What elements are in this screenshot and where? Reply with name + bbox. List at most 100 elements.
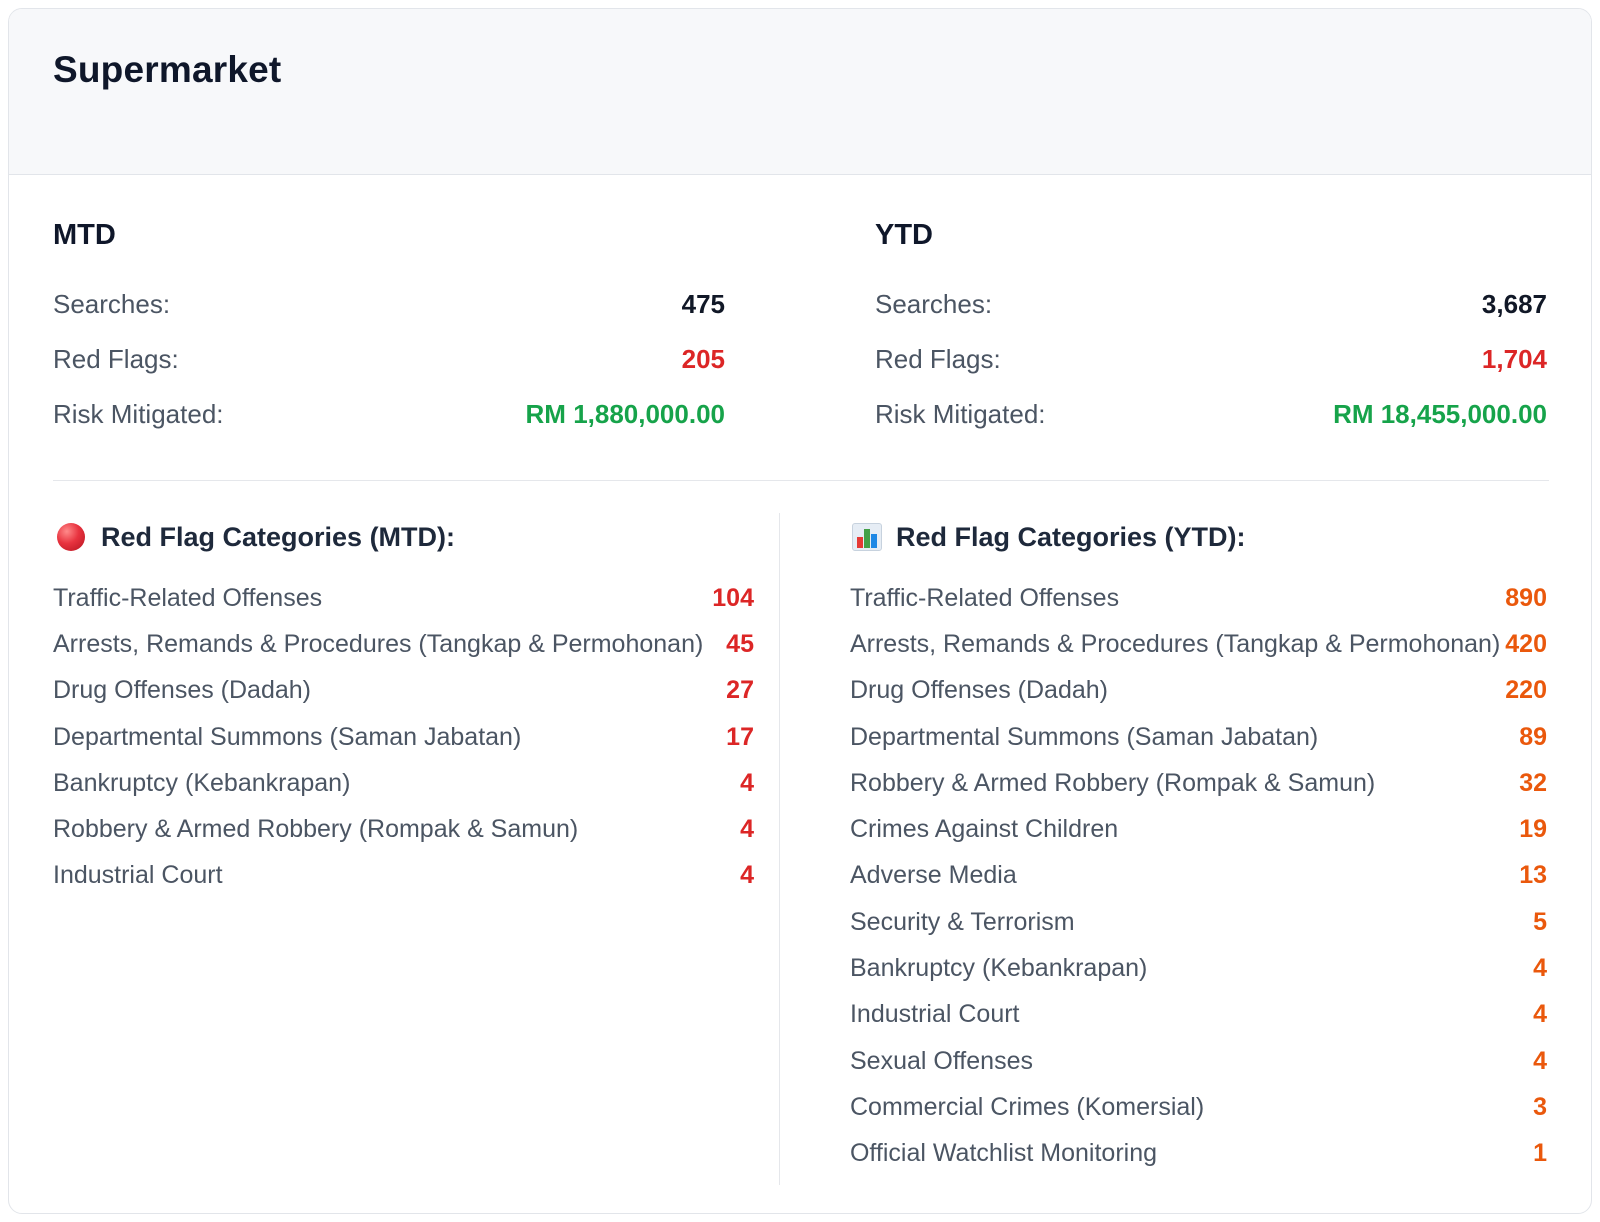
category-count: 32 — [1519, 768, 1547, 797]
mtd-red-flags-row: Red Flags: 205 — [53, 332, 725, 387]
category-row: Robbery & Armed Robbery (Rompak & Samun)… — [53, 806, 754, 852]
category-row: Sexual Offenses 4 — [850, 1038, 1547, 1084]
category-count: 4 — [1533, 1000, 1547, 1029]
category-count: 220 — [1505, 676, 1547, 705]
category-label: Robbery & Armed Robbery (Rompak & Samun) — [849, 768, 1376, 797]
mtd-searches-label: Searches: — [53, 289, 171, 319]
category-count: 4 — [1533, 1046, 1547, 1075]
category-row: Drug Offenses (Dadah) 220 — [850, 668, 1547, 714]
category-row: Traffic-Related Offenses 104 — [53, 575, 754, 621]
mtd-stats: MTD Searches: 475 Red Flags: 205 Risk Mi… — [53, 213, 725, 442]
category-row: Official Watchlist Monitoring 1 — [850, 1131, 1547, 1177]
category-row: Commercial Crimes (Komersial) 3 — [850, 1084, 1547, 1130]
ytd-heading: YTD — [875, 219, 933, 251]
stats-row: MTD Searches: 475 Red Flags: 205 Risk Mi… — [53, 213, 1547, 442]
category-label: Departmental Summons (Saman Jabatan) — [849, 722, 1319, 751]
ytd-categories: Red Flag Categories (YTD): Traffic-Relat… — [850, 513, 1547, 1177]
category-count: 17 — [726, 722, 754, 751]
category-row: Adverse Media 13 — [850, 853, 1547, 899]
category-label: Drug Offenses (Dadah) — [53, 676, 311, 705]
ytd-categories-header: Red Flag Categories (YTD): — [850, 513, 1547, 561]
category-row: Crimes Against Children 19 — [850, 806, 1547, 852]
category-label: Industrial Court — [849, 1000, 1020, 1029]
card-header: Supermarket — [9, 9, 1591, 175]
category-count: 3 — [1533, 1092, 1547, 1121]
category-count: 104 — [712, 583, 754, 612]
category-label: Robbery & Armed Robbery (Rompak & Samun) — [53, 815, 579, 844]
ytd-red-flags-row: Red Flags: 1,704 — [875, 332, 1547, 387]
category-count: 1 — [1533, 1139, 1547, 1168]
category-row: Arrests, Remands & Procedures (Tangkap &… — [850, 621, 1547, 667]
category-label: Bankruptcy (Kebankrapan) — [53, 768, 351, 797]
mtd-searches-value: 475 — [681, 289, 725, 319]
mtd-red-flags-value: 205 — [681, 344, 725, 374]
card-body: MTD Searches: 475 Red Flags: 205 Risk Mi… — [9, 175, 1591, 1185]
bar-chart-icon — [851, 523, 882, 551]
category-row: Bankruptcy (Kebankrapan) 4 — [850, 945, 1547, 991]
category-count: 890 — [1505, 583, 1547, 612]
mtd-searches-row: Searches: 475 — [53, 277, 725, 332]
summary-card: Supermarket MTD Searches: 475 Red Flags:… — [8, 8, 1592, 1214]
ytd-risk-label: Risk Mitigated: — [875, 399, 1046, 429]
category-label: Drug Offenses (Dadah) — [849, 676, 1108, 705]
category-label: Industrial Court — [53, 861, 223, 890]
category-row: Bankruptcy (Kebankrapan) 4 — [53, 760, 754, 806]
section-divider — [53, 480, 1549, 481]
mtd-risk-value: RM 1,880,000.00 — [525, 399, 725, 429]
category-count: 420 — [1505, 629, 1547, 658]
ytd-categories-list: Traffic-Related Offenses 890 Arrests, Rema… — [850, 575, 1547, 1177]
column-separator — [779, 513, 780, 1185]
ytd-categories-title: Red Flag Categories (YTD): — [895, 521, 1246, 552]
category-count: 89 — [1519, 722, 1547, 751]
red-circle-icon — [57, 523, 85, 551]
category-label: Traffic-Related Offenses — [849, 583, 1120, 612]
category-row: Traffic-Related Offenses 890 — [850, 575, 1547, 621]
category-count: 13 — [1519, 861, 1547, 890]
mtd-risk-row: Risk Mitigated: RM 1,880,000.00 — [53, 387, 725, 442]
category-label: Arrests, Remands & Procedures (Tangkap &… — [849, 629, 1501, 658]
category-label: Departmental Summons (Saman Jabatan) — [53, 722, 522, 751]
category-count: 4 — [740, 815, 754, 844]
category-label: Adverse Media — [849, 861, 1017, 890]
category-label: Sexual Offenses — [849, 1046, 1033, 1075]
card-title: Supermarket — [53, 49, 282, 90]
mtd-risk-label: Risk Mitigated: — [53, 399, 224, 429]
ytd-stats: YTD Searches: 3,687 Red Flags: 1,704 Ris… — [875, 213, 1547, 442]
mtd-red-flags-label: Red Flags: — [53, 344, 179, 374]
category-label: Traffic-Related Offenses — [53, 583, 323, 612]
ytd-red-flags-label: Red Flags: — [875, 344, 1001, 374]
category-row: Industrial Court 4 — [53, 853, 754, 899]
category-count: 4 — [740, 768, 754, 797]
ytd-searches-label: Searches: — [875, 289, 993, 319]
category-label: Crimes Against Children — [849, 815, 1119, 844]
ytd-risk-value: RM 18,455,000.00 — [1333, 399, 1547, 429]
category-row: Drug Offenses (Dadah) 27 — [53, 668, 754, 714]
category-count: 4 — [740, 861, 754, 890]
ytd-red-flags-value: 1,704 — [1481, 344, 1547, 374]
category-row: Security & Terrorism 5 — [850, 899, 1547, 945]
ytd-searches-value: 3,687 — [1481, 289, 1547, 319]
category-row: Industrial Court 4 — [850, 992, 1547, 1038]
mtd-categories: Red Flag Categories (MTD): Traffic-Relat… — [53, 513, 754, 1177]
category-label: Commercial Crimes (Komersial) — [849, 1092, 1205, 1121]
category-label: Arrests, Remands & Procedures (Tangkap &… — [53, 629, 704, 658]
category-row: Robbery & Armed Robbery (Rompak & Samun)… — [850, 760, 1547, 806]
category-count: 19 — [1519, 815, 1547, 844]
category-row: Arrests, Remands & Procedures (Tangkap &… — [53, 621, 754, 667]
category-row: Departmental Summons (Saman Jabatan) 89 — [850, 714, 1547, 760]
category-count: 27 — [726, 676, 754, 705]
category-count: 4 — [1533, 954, 1547, 983]
category-count: 5 — [1533, 907, 1547, 936]
mtd-categories-title: Red Flag Categories (MTD): — [101, 521, 456, 552]
mtd-categories-header: Red Flag Categories (MTD): — [53, 513, 754, 561]
mtd-heading: MTD — [53, 219, 116, 251]
ytd-risk-row: Risk Mitigated: RM 18,455,000.00 — [875, 387, 1547, 442]
categories-row: Red Flag Categories (MTD): Traffic-Relat… — [53, 513, 1547, 1185]
mtd-categories-list: Traffic-Related Offenses 104 Arrests, Rema… — [53, 575, 754, 899]
category-count: 45 — [726, 629, 754, 658]
category-label: Official Watchlist Monitoring — [849, 1139, 1158, 1168]
category-label: Bankruptcy (Kebankrapan) — [849, 954, 1148, 983]
ytd-searches-row: Searches: 3,687 — [875, 277, 1547, 332]
category-label: Security & Terrorism — [849, 907, 1075, 936]
category-row: Departmental Summons (Saman Jabatan) 17 — [53, 714, 754, 760]
